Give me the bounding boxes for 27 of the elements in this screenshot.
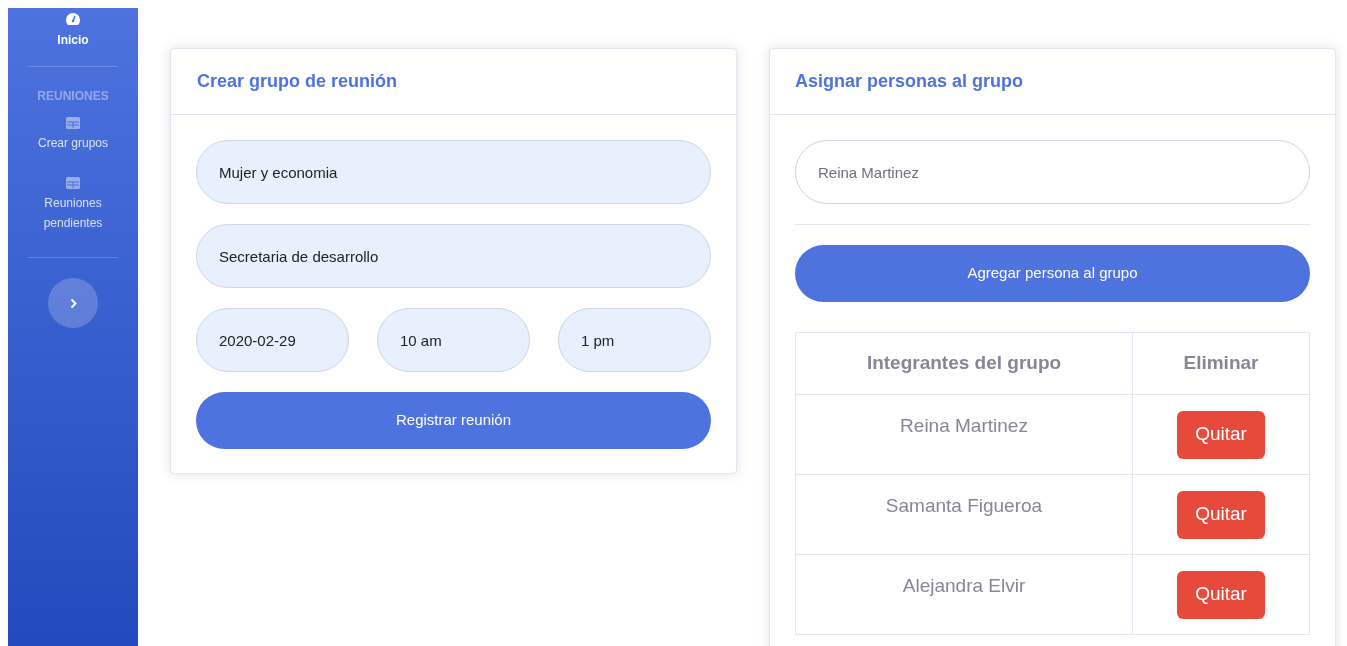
sidebar-item[interactable]: Reuniones pendientes [8,177,138,257]
column-header: Integrantes del grupo [795,332,1133,395]
table-cell: Alejandra Elvir [795,554,1133,635]
chevron-right-icon [69,297,77,309]
table-cell: Samanta Figueroa [795,474,1133,555]
gauge-icon [65,12,81,26]
card-title: Crear grupo de reunión [197,70,398,93]
sidebar-item[interactable]: Inicio [8,8,138,54]
column-header: Eliminar [1132,332,1310,395]
register-button[interactable]: Registrar reunión [196,392,711,449]
end-time-field[interactable]: 1 pm [558,308,711,372]
meeting-name-field[interactable]: Mujer y economia [196,140,711,204]
sidebar-item[interactable]: Crear grupos [8,117,138,177]
department-field[interactable]: Secretaria de desarrollo [196,224,711,288]
table-icon [66,117,80,129]
start-time-field[interactable]: 10 am [377,308,530,372]
date-field[interactable]: 2020-02-29 [196,308,349,372]
remove-button[interactable]: Quitar [1177,570,1265,619]
add-person-button[interactable]: Agregar persona al grupo [795,245,1310,302]
table-icon [66,177,80,189]
card-title: Asignar personas al grupo [795,70,1024,93]
sidebar-heading: REUNIONES [36,88,110,105]
person-field[interactable]: Reina Martinez [795,140,1310,204]
remove-button[interactable]: Quitar [1177,410,1265,459]
table-cell: Reina Martinez [795,394,1133,475]
remove-button[interactable]: Quitar [1177,490,1265,539]
sidebar-toggle-button[interactable] [48,278,98,328]
